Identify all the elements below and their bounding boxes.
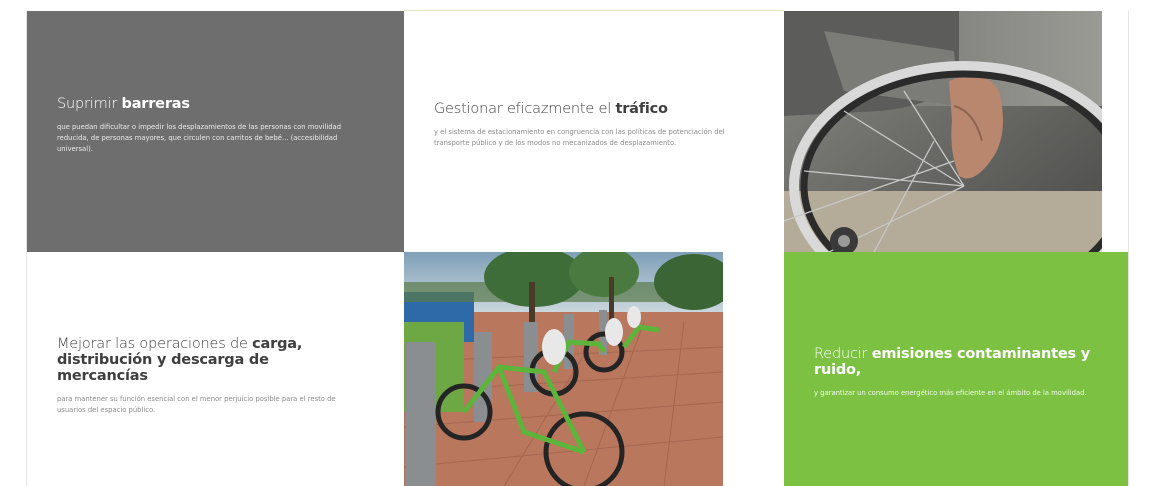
tile-mercancias: Mejorar las operaciones de carga, distri… xyxy=(27,252,404,486)
right-border xyxy=(1128,11,1129,486)
tile-trafico: Gestionar eficazmente el tráfico y el si… xyxy=(404,11,784,252)
tile-trafico-text: y el sistema de estacionamiento en congr… xyxy=(434,127,725,148)
tile-barreras-title: Suprimir barreras xyxy=(57,96,190,112)
tile-emisiones-text: y garantizar un consumo energético más e… xyxy=(814,388,1087,397)
tile-emisiones-title: Reducir emisiones contaminantes y ruido, xyxy=(814,346,1091,378)
tile-mercancias-title: Mejorar las operaciones de carga, distri… xyxy=(57,336,303,384)
tile-emisiones: Reducir emisiones contaminantes y ruido,… xyxy=(784,252,1128,486)
tile-mercancias-text: para mantener su función esencial con el… xyxy=(57,394,336,415)
tile-barreras: Suprimir barreras que puedan dificultar … xyxy=(27,11,404,252)
wheelchair-illustration xyxy=(784,11,1102,252)
wheelchair-photo xyxy=(784,11,1102,252)
tile-barreras-text: que puedan dificultar o impedir los desp… xyxy=(57,122,342,154)
bike-station-illustration xyxy=(404,252,723,486)
tile-trafico-title: Gestionar eficazmente el tráfico xyxy=(434,101,668,117)
bike-sharing-photo xyxy=(404,252,723,486)
